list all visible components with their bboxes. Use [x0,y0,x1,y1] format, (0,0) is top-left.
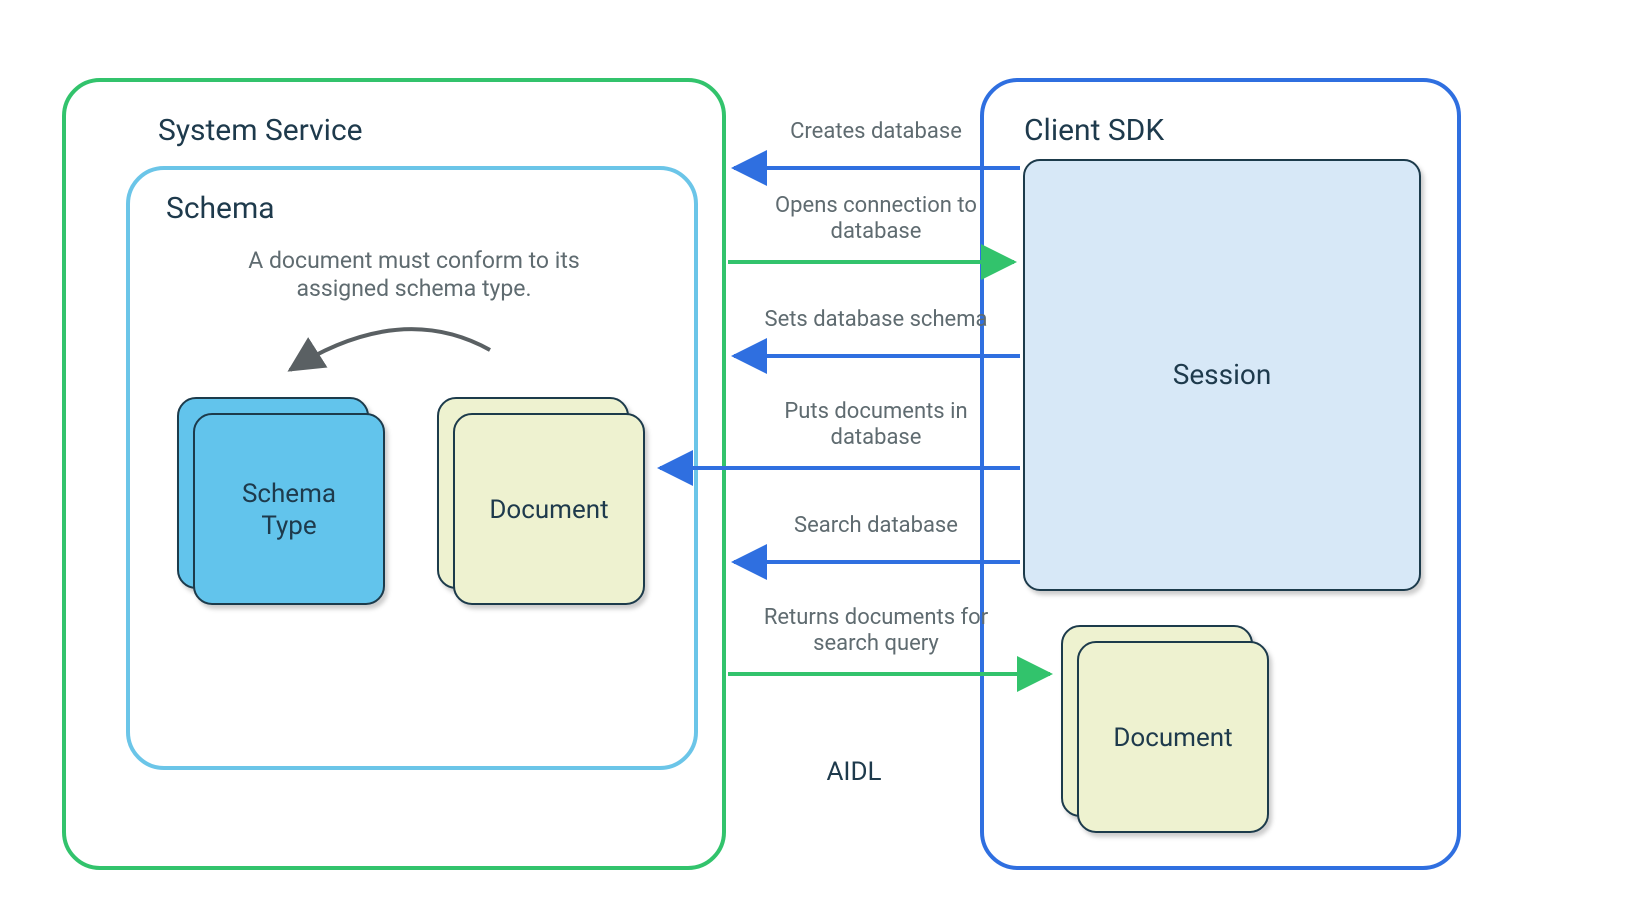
client-sdk-title: Client SDK [1024,113,1164,148]
conform-arrow [290,329,490,370]
schema-type-card: Schema Type [178,398,384,604]
arrow-search-database-label: Search database [794,513,958,538]
schema-title: Schema [166,191,275,226]
arrow-search-database: Search database [734,513,1020,562]
schema-document-label: Document [489,495,608,525]
arrow-creates-database: Creates database [734,119,1020,168]
arrow-opens-connection: Opens connection to database [728,193,1014,262]
arrow-returns-documents-label-2: search query [813,631,939,656]
arrow-puts-documents: Puts documents in database [660,399,1020,468]
arrow-puts-documents-label-1: Puts documents in [784,399,967,424]
arrow-returns-documents-label-1: Returns documents for [764,605,989,630]
schema-type-label-1: Schema [242,479,336,509]
aidl-label: AIDL [826,757,881,787]
session-card: Session [1024,160,1420,590]
arrow-opens-connection-label-2: database [831,219,922,244]
arrow-sets-schema: Sets database schema [734,307,1020,356]
arrow-creates-database-label: Creates database [790,119,962,144]
schema-box: Schema A document must conform to its as… [128,168,696,768]
arrow-puts-documents-label-2: database [831,425,922,450]
system-service-title: System Service [158,113,363,148]
arrow-returns-documents: Returns documents for search query [728,605,1050,674]
client-document-label: Document [1113,723,1232,753]
client-sdk-box: Client SDK Session Document [982,80,1459,868]
schema-annotation-line1: A document must conform to its [248,247,580,274]
schema-type-label-2: Type [261,511,316,541]
arrow-opens-connection-label-1: Opens connection to [775,193,977,218]
schema-document-card: Document [438,398,644,604]
session-label: Session [1173,358,1272,391]
arrow-sets-schema-label: Sets database schema [765,307,988,332]
client-document-card: Document [1062,626,1268,832]
schema-annotation-line2: assigned schema type. [296,275,531,302]
